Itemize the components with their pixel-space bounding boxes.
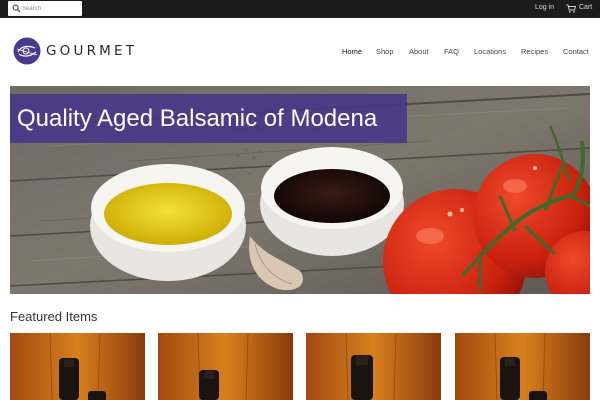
nav-faq[interactable]: FAQ: [444, 46, 459, 58]
featured-product-card[interactable]: [10, 333, 145, 400]
nav-contact[interactable]: Contact: [563, 46, 589, 58]
search-input[interactable]: [22, 1, 80, 16]
product-image: [306, 333, 441, 400]
top-bar: Log in Cart: [0, 0, 600, 18]
nav-locations[interactable]: Locations: [474, 46, 506, 58]
login-link[interactable]: Log in: [535, 3, 554, 13]
nav-recipes[interactable]: Recipes: [521, 46, 548, 58]
featured-product-card[interactable]: [158, 333, 293, 400]
cart-link[interactable]: Cart: [566, 3, 592, 13]
cart-icon: [566, 4, 576, 13]
product-image: [158, 333, 293, 400]
nav-shop[interactable]: Shop: [376, 46, 394, 58]
nav-home[interactable]: Home: [342, 46, 362, 58]
featured-items-heading: Featured Items: [10, 309, 98, 324]
hero-banner[interactable]: Quality Aged Balsamic of Modena: [10, 86, 590, 294]
featured-product-card[interactable]: [306, 333, 441, 400]
cart-label: Cart: [579, 4, 593, 11]
main-nav: Home Shop About FAQ Locations Recipes Co…: [0, 46, 600, 58]
product-image: [10, 333, 145, 400]
featured-product-card[interactable]: [455, 333, 590, 400]
nav-about[interactable]: About: [409, 46, 429, 58]
hero-title: Quality Aged Balsamic of Modena: [10, 94, 407, 143]
product-image: [455, 333, 590, 400]
search-box[interactable]: [8, 1, 82, 16]
search-icon[interactable]: [12, 4, 21, 13]
